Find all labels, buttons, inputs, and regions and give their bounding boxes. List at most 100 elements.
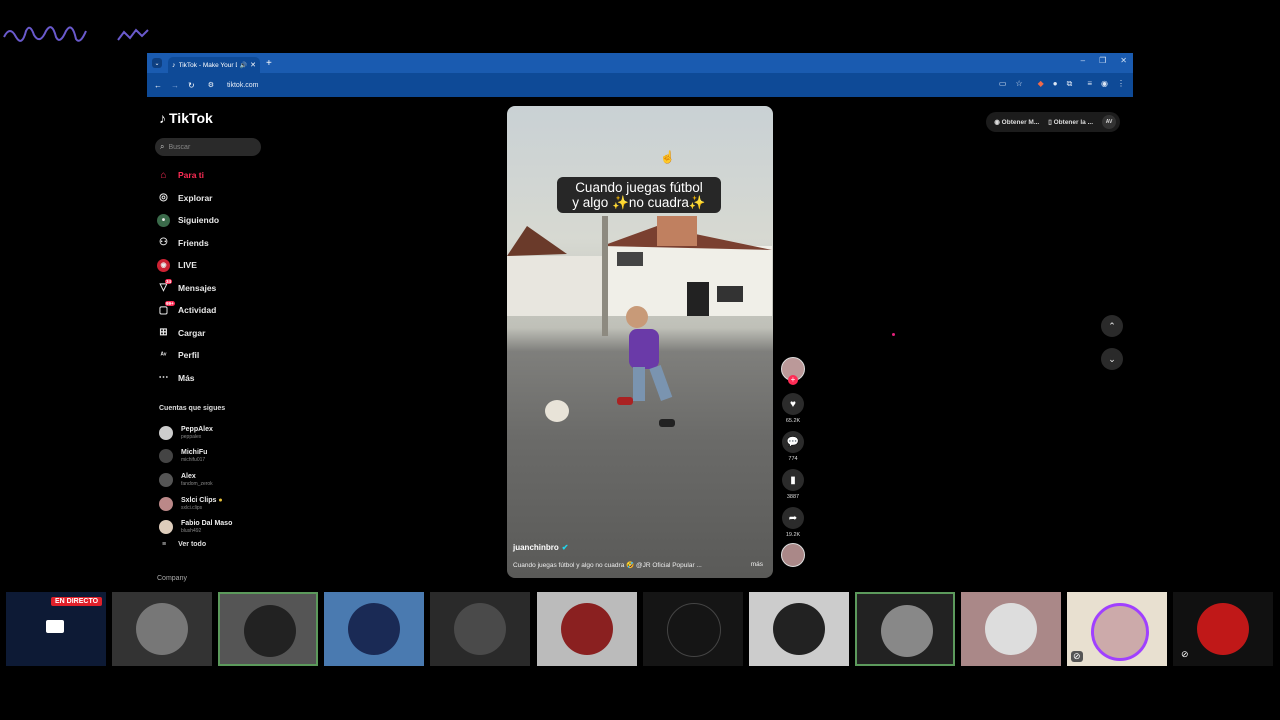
thumbnail-12[interactable]: ⊘ <box>1173 592 1273 666</box>
speaker-icon[interactable]: 🔊 <box>240 62 247 69</box>
sidebar-item-siguiendo[interactable]: • Siguiendo <box>157 209 219 232</box>
avatar <box>159 425 173 440</box>
save-button[interactable]: ▮ <box>782 469 804 491</box>
url-field[interactable]: tiktok.com <box>227 82 259 89</box>
thumbnail-11[interactable]: ⊘ <box>1067 592 1167 666</box>
thumbnail-10[interactable] <box>961 592 1061 666</box>
minimize-button[interactable]: – <box>1081 56 1085 65</box>
new-tab-button[interactable]: + <box>266 58 272 69</box>
heart-icon: ♥ <box>790 398 796 410</box>
author-avatar[interactable]: + <box>781 357 805 385</box>
sidebar-item-friends[interactable]: ⚇ Friends <box>157 232 219 255</box>
more-link[interactable]: más <box>751 561 763 569</box>
avatar <box>159 449 173 464</box>
install-app-icon[interactable]: ▭ <box>999 79 1007 89</box>
reload-icon[interactable]: ↻ <box>188 81 195 90</box>
see-all-link[interactable]: ≡ Ver todo <box>159 541 232 548</box>
tab-tiktok[interactable]: ♪ TikTok - Make Your Day 🔊 ✕ <box>168 57 260 73</box>
kid-figure <box>617 306 675 427</box>
following-item[interactable]: MichiFu michifu017 <box>159 445 232 469</box>
following-name: Sxlci Clips ● <box>181 497 223 505</box>
thumbnail-8[interactable] <box>749 592 849 666</box>
video-description: Cuando juegas fútbol y algo no cuadra 🤣 … <box>513 561 763 569</box>
comment-count: 774 <box>788 456 798 462</box>
sidebar-item-explorar[interactable]: ◎ Explorar <box>157 187 219 210</box>
nav-label: Perfil <box>178 350 200 361</box>
video-actions: + ♥ 65.2K 💬 774 ▮ 3887 ➦ 19.2K <box>781 357 805 567</box>
video-description-text: Cuando juegas fútbol y algo no cuadra 🤣 … <box>513 562 702 569</box>
restore-button[interactable]: ❐ <box>1099 56 1106 65</box>
comment-button[interactable]: 💬 <box>782 431 804 453</box>
sidebar-item-cargar[interactable]: ⊞ Cargar <box>157 322 219 345</box>
sidebar-item-actividad[interactable]: ▢ 99+ Actividad <box>157 299 219 322</box>
tiktok-logo[interactable]: ♪ TikTok <box>159 110 213 126</box>
close-window-button[interactable]: ✕ <box>1120 56 1127 65</box>
thumbnail-4[interactable] <box>324 592 424 666</box>
nav-label: Para ti <box>178 170 204 181</box>
following-section-title: Cuentas que sigues <box>159 405 226 412</box>
avatar <box>561 603 613 655</box>
following-name: Fabio Dal Maso <box>181 520 233 528</box>
following-item[interactable]: Alex fandom_zerok <box>159 468 232 492</box>
extension-red-icon[interactable]: ◆ <box>1038 79 1044 89</box>
tab-search-button[interactable]: ⌄ <box>152 58 162 68</box>
thumbnail-live[interactable]: EN DIRECTO <box>6 592 106 666</box>
caption-line-1: Cuando juegas fútbol <box>575 180 703 195</box>
thumbnail-9[interactable] <box>855 592 955 666</box>
following-name: Alex <box>181 472 196 480</box>
following-item[interactable]: Fabio Dal Maso blush492 <box>159 515 232 539</box>
tab-close-icon[interactable]: ✕ <box>250 61 256 69</box>
previous-video-button[interactable]: ⌃ <box>1101 315 1123 337</box>
following-item[interactable]: Sxlci Clips ● sxlci.clips <box>159 492 232 516</box>
extension-circle-icon[interactable]: ● <box>1053 79 1058 89</box>
sidebar-item-mensajes[interactable]: ▽ 34 Mensajes <box>157 277 219 300</box>
sidebar-item-perfil[interactable]: ᴬᵛ Perfil <box>157 344 219 367</box>
follow-plus-icon[interactable]: + <box>788 375 798 385</box>
site-info-icon[interactable]: ⚙ <box>208 81 214 89</box>
extensions-puzzle-icon[interactable]: ⧉ <box>1067 79 1073 89</box>
thumbnail-7[interactable] <box>643 592 743 666</box>
nav-label: Actividad <box>178 305 217 316</box>
list-icon: ≡ <box>162 540 167 548</box>
browser-menu-icon[interactable]: ⋮ <box>1117 79 1125 89</box>
sound-disc[interactable] <box>781 543 805 567</box>
next-video-button[interactable]: ⌄ <box>1101 348 1123 370</box>
following-handle: michifu017 <box>181 457 206 464</box>
avatar <box>159 496 173 511</box>
thumbnail-6[interactable] <box>537 592 637 666</box>
thumbnail-3[interactable] <box>218 592 318 666</box>
thumbnail-5[interactable] <box>430 592 530 666</box>
verified-icon: ✔ <box>561 543 569 552</box>
nav-label: Siguiendo <box>178 215 220 226</box>
avatar <box>244 605 296 657</box>
profile-avatar-icon[interactable]: ◉ <box>1101 79 1108 89</box>
search-input[interactable]: ⌕ Buscar <box>155 138 261 156</box>
like-button[interactable]: ♥ <box>782 393 804 415</box>
media-controls-icon[interactable]: ≡ <box>1087 79 1092 89</box>
forward-icon[interactable]: → <box>171 81 179 90</box>
search-placeholder: Buscar <box>168 143 191 151</box>
more-icon: ⋯ <box>158 372 169 384</box>
company-link[interactable]: Company <box>157 575 187 582</box>
back-icon[interactable]: ← <box>154 81 162 90</box>
video-player[interactable]: Cuando juegas fútbol y algo ✨no cuadra✨ … <box>507 106 773 578</box>
nav-label: Friends <box>178 237 209 248</box>
mouse-cursor-icon: ☝ <box>660 150 675 164</box>
user-avatar[interactable]: AV <box>1102 115 1116 129</box>
pink-dot <box>892 333 895 336</box>
sidebar-nav: ⌂ Para ti ◎ Explorar • Siguiendo ⚇ Frien… <box>157 164 219 389</box>
following-item[interactable]: PeppAlex peppalex <box>159 421 232 445</box>
live-icon: ◉ <box>157 258 170 272</box>
sidebar-item-mas[interactable]: ⋯ Más <box>157 367 219 390</box>
top-right-buttons: ◉ Obtener M... ▯ Obtener la ... AV <box>986 112 1120 132</box>
bookmark-star-icon[interactable]: ☆ <box>1015 79 1022 89</box>
following-name: MichiFu <box>181 449 208 457</box>
address-bar-row: ← → ↻ ⚙ tiktok.com ▭ ☆ ◆ ● ⧉ ≡ ◉ ⋮ <box>147 73 1133 97</box>
sidebar-item-para-ti[interactable]: ⌂ Para ti <box>157 164 219 187</box>
get-app-button-2[interactable]: ▯ Obtener la ... <box>1048 118 1093 126</box>
share-button[interactable]: ➦ <box>782 507 804 529</box>
sidebar-item-live[interactable]: ◉ LIVE <box>157 254 219 277</box>
get-app-button-1[interactable]: ◉ Obtener M... <box>994 118 1039 126</box>
thumbnail-2[interactable] <box>112 592 212 666</box>
video-author[interactable]: juanchinbro ✔ <box>513 543 568 552</box>
